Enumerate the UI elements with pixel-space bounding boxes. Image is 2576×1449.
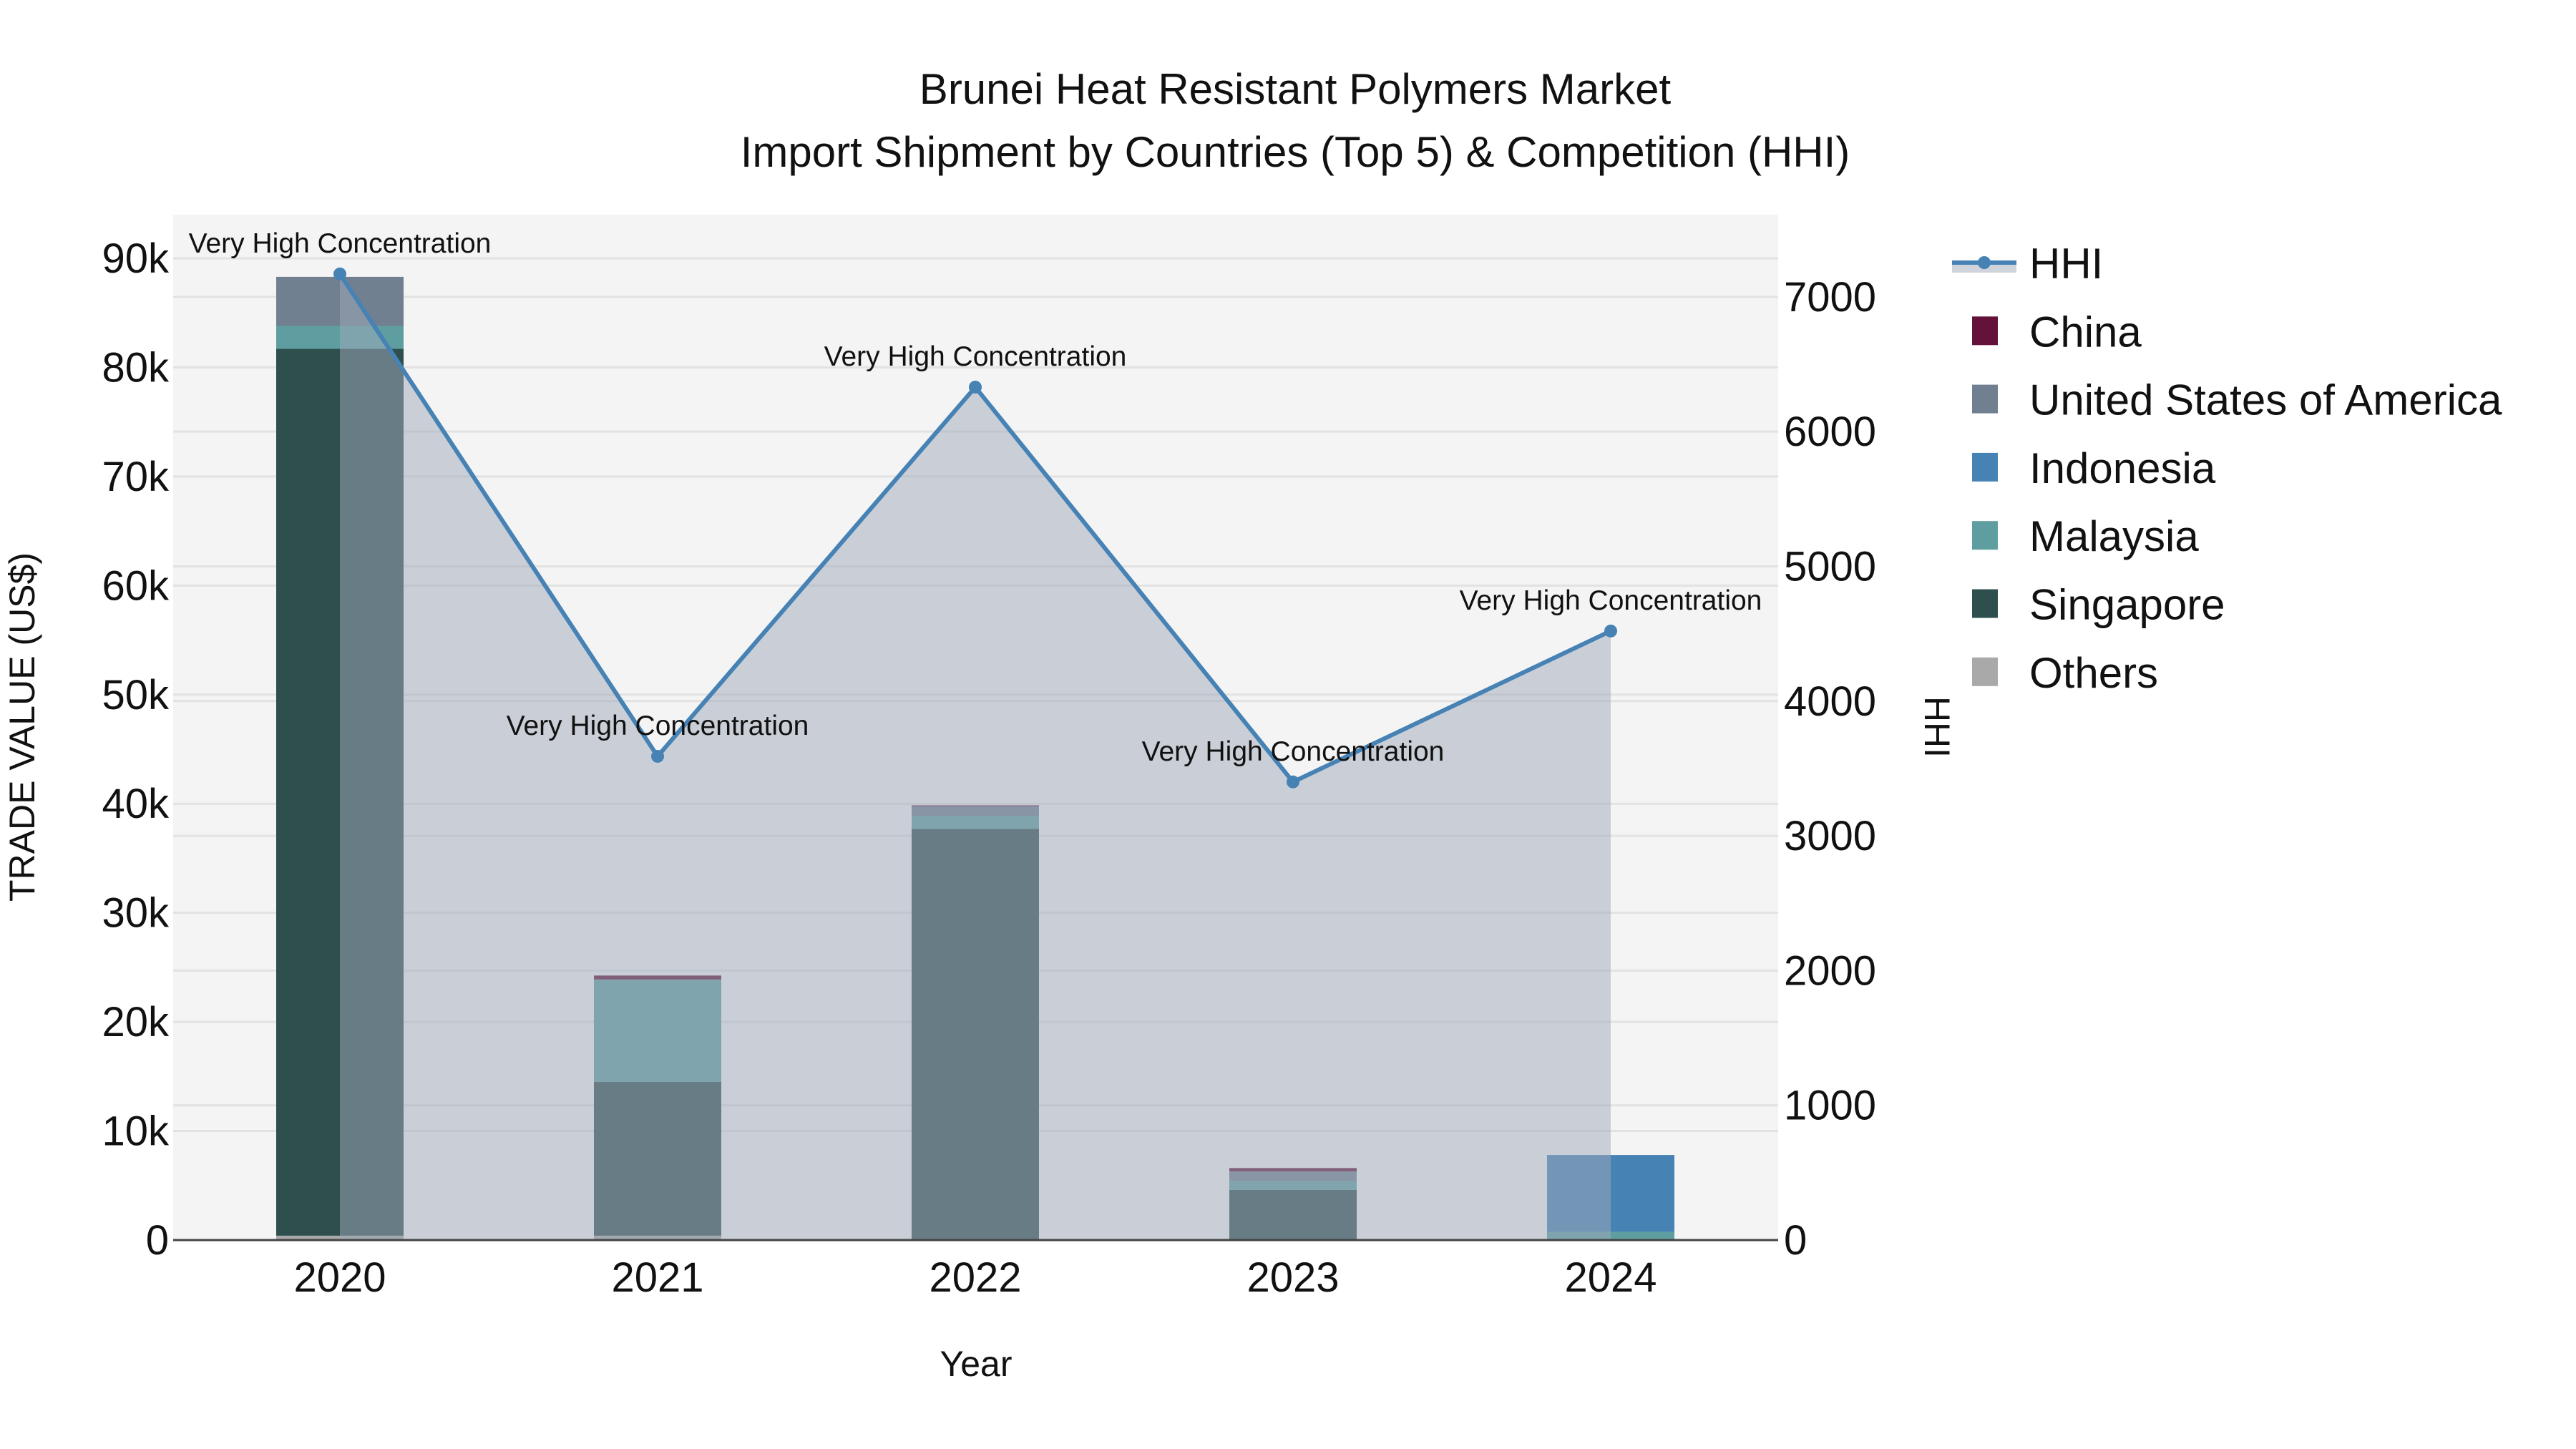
legend-swatch <box>1972 452 1998 482</box>
legend-item-hhi: HHI <box>1952 240 2103 288</box>
y-tick-label: 50k <box>102 672 170 718</box>
y2-tick-label: 7000 <box>1784 274 1876 321</box>
legend-label: Indonesia <box>2029 444 2216 492</box>
legend-swatch-hhi-marker <box>1978 256 1991 269</box>
legend-item-united-states-of-america: United States of America <box>1972 376 2502 424</box>
x-axis-title: Year <box>940 1344 1012 1384</box>
legend-swatch <box>1972 657 1998 686</box>
hhi-annotation: Very High Concentration <box>1460 585 1762 616</box>
legend-label: Malaysia <box>2029 512 2199 560</box>
y-axis-title: TRADE VALUE (US$) <box>2 552 42 902</box>
y-tick-label: 90k <box>102 235 170 282</box>
legend-label: United States of America <box>2029 376 2502 424</box>
hhi-annotation: Very High Concentration <box>1142 736 1445 767</box>
hhi-point-2022 <box>969 381 982 394</box>
chart-subtitle: Import Shipment by Countries (Top 5) & C… <box>741 128 1850 176</box>
x-axis-ticks: 2020 2021 2022 2023 2024 <box>293 1254 1657 1301</box>
y-axis-ticks: 0 10k 20k 30k 40k 50k 60k 70k 80k 90k <box>102 235 170 1264</box>
chart: Very High Concentration Very High Concent… <box>2 65 2502 1384</box>
y2-tick-label: 4000 <box>1784 678 1876 725</box>
hhi-annotation: Very High Concentration <box>824 341 1127 372</box>
legend-item-singapore: Singapore <box>1972 581 2225 629</box>
legend: HHI China United States of America Indonesi… <box>1952 240 2502 697</box>
y2-axis-ticks: 0 1000 2000 3000 4000 5000 6000 7000 <box>1784 274 1876 1264</box>
y-tick-label: 80k <box>102 344 170 391</box>
hhi-point-2021 <box>651 749 664 763</box>
x-tick-label: 2020 <box>293 1254 386 1301</box>
y2-axis-title: HHI <box>1917 696 1957 758</box>
hhi-annotation: Very High Concentration <box>507 711 809 741</box>
y2-tick-label: 3000 <box>1784 813 1876 859</box>
legend-item-others: Others <box>1972 649 2158 697</box>
chart-title: Brunei Heat Resistant Polymers Market <box>919 65 1672 113</box>
legend-swatch <box>1972 384 1998 414</box>
y-tick-label: 40k <box>102 781 170 827</box>
y-tick-label: 0 <box>146 1217 169 1264</box>
y-tick-label: 10k <box>102 1108 170 1155</box>
y-tick-label: 70k <box>102 454 170 500</box>
y2-tick-label: 1000 <box>1784 1083 1876 1129</box>
hhi-point-2024 <box>1604 624 1617 638</box>
legend-item-china: China <box>1972 308 2142 356</box>
hhi-annotation: Very High Concentration <box>189 228 492 259</box>
legend-swatch <box>1972 521 1998 550</box>
legend-label: Others <box>2029 649 2158 697</box>
y2-tick-label: 0 <box>1784 1217 1807 1264</box>
legend-item-malaysia: Malaysia <box>1972 512 2199 560</box>
x-tick-label: 2022 <box>929 1254 1021 1301</box>
y2-tick-label: 5000 <box>1784 543 1876 590</box>
y-tick-label: 30k <box>102 890 170 937</box>
legend-swatch <box>1972 589 1998 618</box>
y-tick-label: 60k <box>102 562 170 609</box>
legend-swatch <box>1972 316 1998 346</box>
hhi-point-2023 <box>1287 775 1299 789</box>
x-tick-label: 2021 <box>611 1254 703 1301</box>
y2-tick-label: 2000 <box>1784 947 1876 994</box>
legend-label: HHI <box>2029 240 2103 288</box>
x-tick-label: 2023 <box>1246 1254 1339 1301</box>
y2-tick-label: 6000 <box>1784 409 1876 455</box>
x-tick-label: 2024 <box>1564 1254 1657 1301</box>
legend-label: Singapore <box>2029 581 2225 629</box>
y-tick-label: 20k <box>102 999 170 1045</box>
legend-item-indonesia: Indonesia <box>1972 444 2216 492</box>
hhi-point-2020 <box>333 267 346 280</box>
legend-label: China <box>2029 308 2142 356</box>
